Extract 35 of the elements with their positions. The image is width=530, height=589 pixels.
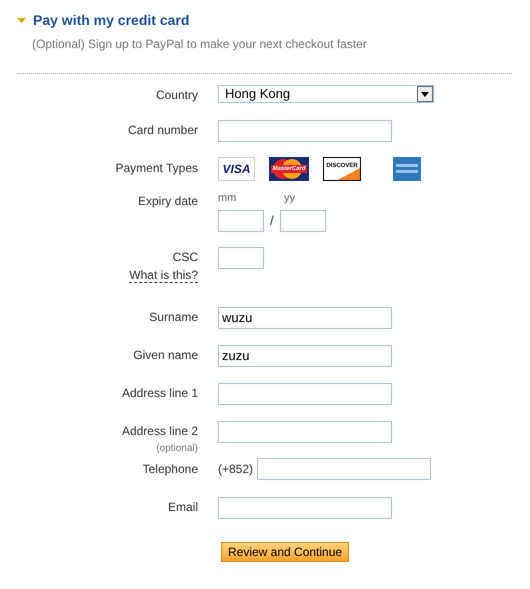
field-label: Card number: [128, 123, 198, 137]
csc-field[interactable]: [218, 246, 264, 268]
month-hint: mm: [218, 191, 238, 206]
field-label: Payment Types: [116, 161, 198, 175]
visa-card-icon: VISA: [218, 157, 255, 181]
text-field[interactable]: [218, 496, 392, 518]
field-label: Surname: [149, 310, 198, 324]
field-label: Expiry date: [138, 194, 198, 208]
field-label: Email: [168, 500, 198, 514]
review-and-continue-button[interactable]: Review and Continue: [221, 542, 350, 562]
field-label: Address line 1: [122, 386, 198, 400]
card-icon: [393, 157, 421, 181]
text-field[interactable]: [218, 120, 392, 142]
telephone-field[interactable]: [257, 458, 432, 480]
year-hint: yy: [284, 191, 295, 206]
field-label: CSC: [172, 250, 198, 264]
country-code: (+852): [218, 461, 254, 478]
section-title: Pay with my credit card: [33, 11, 190, 30]
caret-icon: [421, 92, 429, 96]
date-separator: /: [270, 212, 274, 230]
month-field[interactable]: [218, 210, 264, 232]
field-label: Address line 2: [122, 424, 198, 438]
optional-note: (optional): [156, 442, 198, 456]
country-dropdown[interactable]: Hong Kong: [218, 85, 434, 103]
text-field[interactable]: wuzu: [218, 306, 392, 328]
text-field[interactable]: [218, 420, 392, 442]
section-subtitle: (Optional) Sign up to PayPal to make your next checkout faster: [31, 36, 368, 53]
field-label: Country: [156, 88, 198, 102]
field-label: Given name: [133, 348, 198, 362]
collapse-arrow-icon[interactable]: [17, 18, 26, 23]
field-label: Telephone: [142, 462, 198, 476]
year-field[interactable]: [280, 210, 326, 232]
text-field[interactable]: zuzu: [218, 344, 392, 366]
what-is-this-link[interactable]: What is this?: [129, 268, 198, 283]
text-field[interactable]: [218, 382, 392, 404]
